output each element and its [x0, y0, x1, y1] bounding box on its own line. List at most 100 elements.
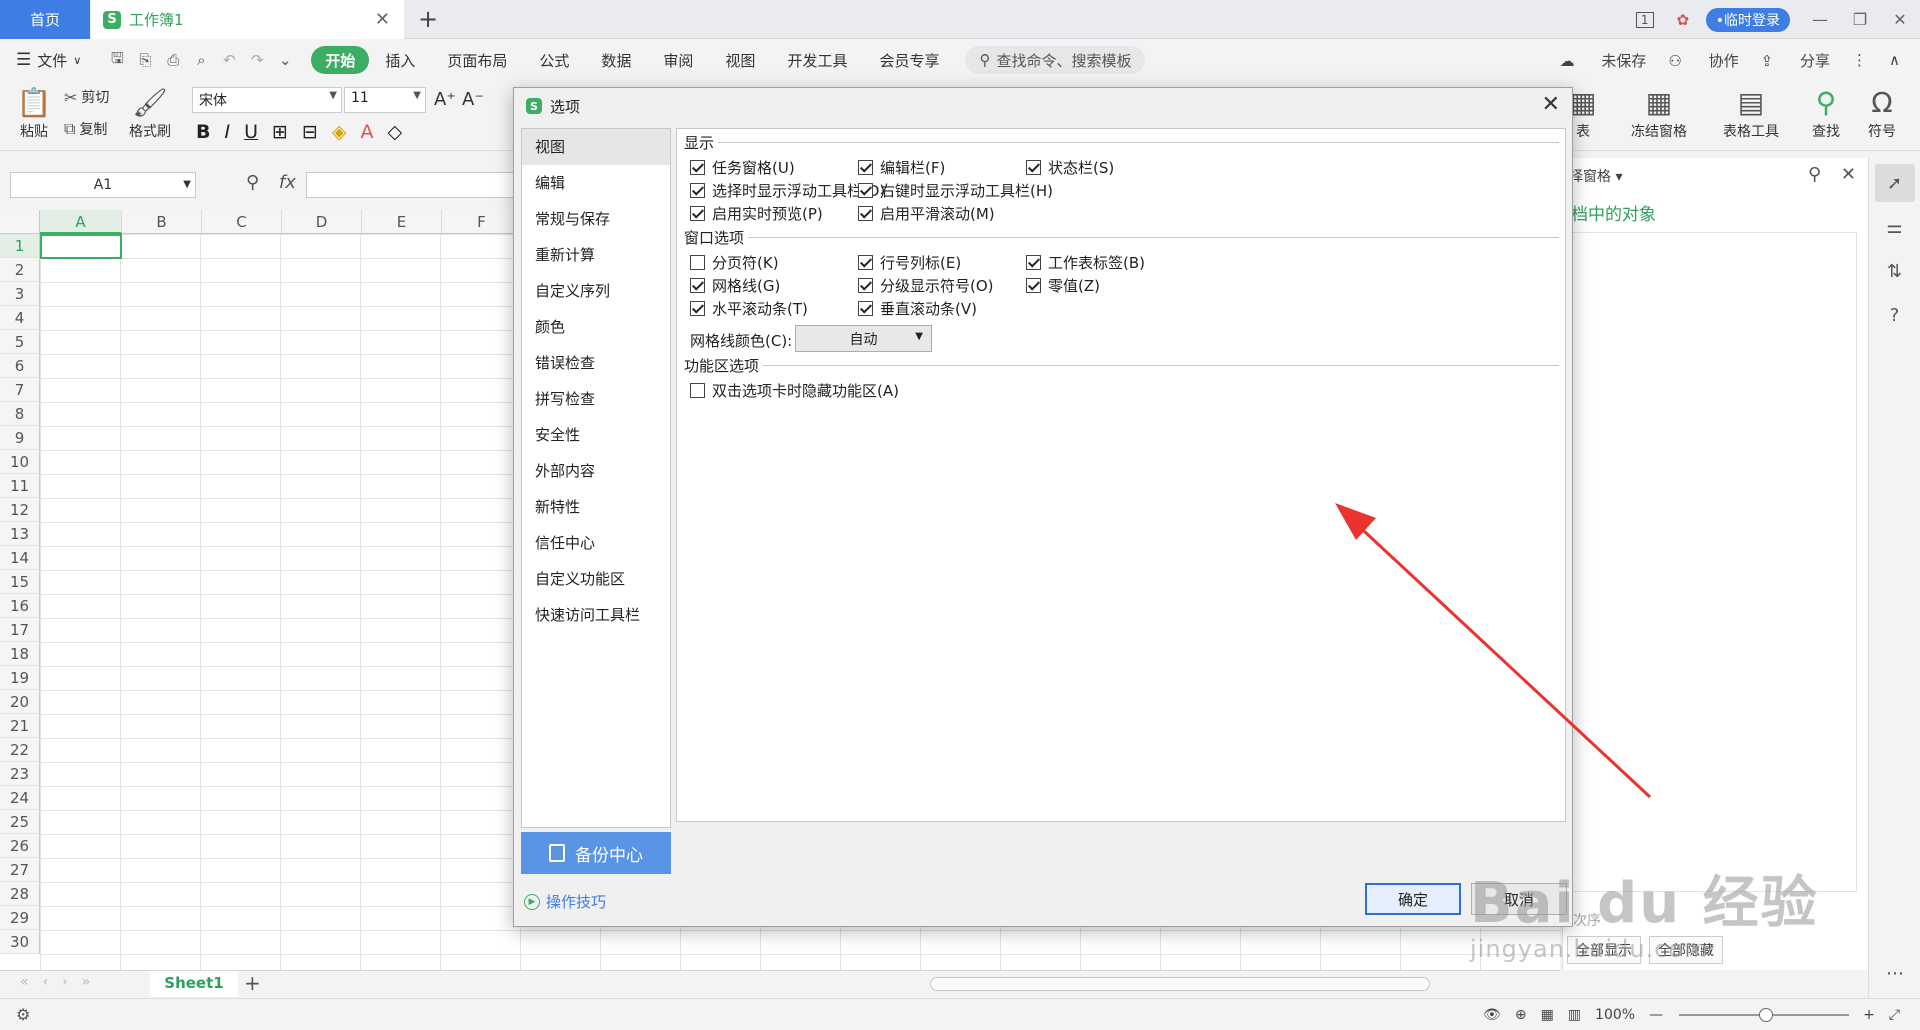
macro-icon[interactable]: ⚙: [16, 1005, 30, 1024]
nav-view[interactable]: 视图: [522, 129, 670, 165]
row-header[interactable]: 15: [0, 570, 40, 594]
column-header[interactable]: B: [122, 210, 202, 234]
checkbox-checked[interactable]: [690, 301, 705, 316]
option-formula-bar[interactable]: 编辑栏(F): [858, 157, 945, 178]
checkbox-checked[interactable]: [858, 183, 873, 198]
checkbox-checked[interactable]: [690, 206, 705, 221]
row-header[interactable]: 14: [0, 546, 40, 570]
undo-icon[interactable]: ↶: [215, 51, 243, 69]
checkbox-checked[interactable]: [858, 255, 873, 270]
option-smooth-scroll[interactable]: 启用平滑滚动(M): [858, 203, 995, 224]
row-header[interactable]: 20: [0, 690, 40, 714]
fx-icon[interactable]: fx: [279, 172, 296, 193]
tab-home[interactable]: 首页: [0, 0, 90, 39]
tips-link[interactable]: ▶ 操作技巧: [524, 891, 606, 912]
transform-icon[interactable]: ⇅: [1875, 252, 1915, 290]
print-preview-icon[interactable]: ⌕: [187, 51, 215, 69]
checkbox-checked[interactable]: [1026, 160, 1041, 175]
task-pane-header[interactable]: 择窗格 ▾: [1569, 166, 1622, 186]
checkbox-checked[interactable]: [858, 301, 873, 316]
more-dots-icon[interactable]: ⋯: [1875, 954, 1915, 992]
row-header[interactable]: 27: [0, 858, 40, 882]
name-box[interactable]: A1 ▼: [10, 172, 196, 198]
option-zero-values[interactable]: 零值(Z): [1026, 275, 1100, 296]
font-name-select[interactable]: 宋体 ▼: [192, 87, 342, 113]
command-search[interactable]: ⚲ 查找命令、搜索模板: [965, 46, 1146, 74]
row-header[interactable]: 29: [0, 906, 40, 930]
sheet-tab-sheet1[interactable]: Sheet1: [150, 971, 238, 997]
column-header[interactable]: E: [362, 210, 442, 234]
paste-button[interactable]: 📋 粘贴: [12, 85, 56, 141]
row-header[interactable]: 6: [0, 354, 40, 378]
table-tools-button[interactable]: ▤ 表格工具: [1716, 85, 1786, 141]
option-status-bar[interactable]: 状态栏(S): [1026, 157, 1114, 178]
grow-font-icon[interactable]: A⁺: [434, 89, 456, 110]
option-outline-symbols[interactable]: 分级显示符号(O): [858, 275, 994, 296]
unsaved-button[interactable]: ☁ 未保存: [1560, 50, 1647, 71]
zoom-formula-icon[interactable]: ⚲: [246, 172, 259, 193]
font-size-select[interactable]: 11 ▼: [344, 87, 426, 113]
page-indicator-icon[interactable]: 1: [1630, 5, 1660, 35]
option-task-pane[interactable]: 任务窗格(U): [690, 157, 795, 178]
checkbox-checked[interactable]: [1026, 255, 1041, 270]
checkbox-checked[interactable]: [690, 183, 705, 198]
checkbox-checked[interactable]: [690, 278, 705, 293]
add-sheet-icon[interactable]: +: [244, 971, 261, 995]
temp-login-button[interactable]: •临时登录: [1705, 7, 1790, 32]
row-header[interactable]: 8: [0, 402, 40, 426]
row-header[interactable]: 17: [0, 618, 40, 642]
option-sheet-tabs[interactable]: 工作表标签(B): [1026, 252, 1145, 273]
worksheet-button[interactable]: ▦ 表: [1570, 85, 1596, 141]
collapse-ribbon-icon[interactable]: ∧: [1889, 51, 1900, 69]
fullscreen-icon[interactable]: ⤢: [1889, 1007, 1900, 1023]
nav-customize-ribbon[interactable]: 自定义功能区: [522, 561, 670, 597]
column-header[interactable]: D: [282, 210, 362, 234]
row-header[interactable]: 9: [0, 426, 40, 450]
row-header[interactable]: 25: [0, 810, 40, 834]
option-gridlines[interactable]: 网格线(G): [690, 275, 780, 296]
zoom-slider-knob[interactable]: [1759, 1008, 1774, 1022]
nav-new-features[interactable]: 新特性: [522, 489, 670, 525]
checkbox-checked[interactable]: [690, 160, 705, 175]
border-icon[interactable]: ⊞: [272, 121, 288, 143]
print-icon[interactable]: ⎙: [159, 51, 187, 69]
row-header[interactable]: 24: [0, 786, 40, 810]
row-header[interactable]: 3: [0, 282, 40, 306]
skin-icon[interactable]: ✿: [1668, 5, 1698, 35]
checkbox-checked[interactable]: [858, 206, 873, 221]
more-icon[interactable]: ⋮: [1852, 51, 1867, 69]
option-float-toolbar-rightclick[interactable]: 右键时显示浮动工具栏(H): [858, 180, 1053, 201]
row-header[interactable]: 30: [0, 930, 40, 954]
option-horizontal-scrollbar[interactable]: 水平滚动条(T): [690, 298, 808, 319]
redo-icon[interactable]: ↷: [243, 51, 271, 69]
row-header[interactable]: 7: [0, 378, 40, 402]
column-header[interactable]: C: [202, 210, 282, 234]
row-header[interactable]: 5: [0, 330, 40, 354]
merge-icon[interactable]: ⊟: [302, 121, 318, 143]
customize-icon[interactable]: ⌄: [271, 51, 299, 69]
eye-protection-icon[interactable]: 👁: [1483, 1007, 1501, 1023]
minimize-icon[interactable]: —: [1800, 0, 1840, 39]
tab-page-layout[interactable]: 页面布局: [431, 46, 523, 74]
find-button[interactable]: ⚲ 查找: [1806, 85, 1846, 141]
clear-format-icon[interactable]: ◇: [387, 121, 402, 143]
copy-button[interactable]: ⧉ 复制: [64, 119, 107, 139]
row-header[interactable]: 21: [0, 714, 40, 738]
row-header[interactable]: 11: [0, 474, 40, 498]
column-header[interactable]: A: [40, 210, 122, 234]
nav-color[interactable]: 颜色: [522, 309, 670, 345]
tab-formulas[interactable]: 公式: [523, 46, 585, 74]
checkbox-checked[interactable]: [858, 278, 873, 293]
export-icon[interactable]: ⎘: [131, 51, 159, 69]
pin-icon[interactable]: ⚲: [1808, 164, 1821, 185]
backup-center-button[interactable]: 备份中心: [521, 832, 671, 874]
new-tab-icon[interactable]: +: [418, 5, 438, 33]
close-pane-icon[interactable]: ✕: [1841, 164, 1856, 185]
row-header[interactable]: 22: [0, 738, 40, 762]
selected-cell-a1[interactable]: [40, 234, 122, 259]
nav-spell-check[interactable]: 拼写检查: [522, 381, 670, 417]
fill-color-icon[interactable]: ◈: [332, 121, 347, 143]
option-page-breaks[interactable]: 分页符(K): [690, 252, 779, 273]
tab-member[interactable]: 会员专享: [863, 46, 955, 74]
share-button[interactable]: ⇪ 分享: [1761, 50, 1830, 71]
